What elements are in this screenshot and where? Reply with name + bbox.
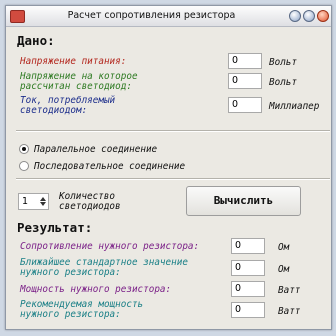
led-current-unit: Миллиапер xyxy=(269,101,320,112)
nearest-standard-output[interactable]: 0 xyxy=(231,260,265,276)
led-current-input[interactable]: 0 xyxy=(228,97,262,113)
nearest-standard-label-line2: нужного резистора: xyxy=(20,267,121,278)
supply-voltage-unit: Вольт xyxy=(269,57,297,68)
nearest-standard-unit: Ом xyxy=(278,264,290,275)
led-voltage-input[interactable]: 0 xyxy=(228,73,262,89)
led-voltage-unit: Вольт xyxy=(269,77,297,88)
separator-2 xyxy=(16,178,330,180)
supply-voltage-input[interactable]: 0 xyxy=(228,53,262,69)
series-radio[interactable] xyxy=(19,161,29,171)
minimize-icon[interactable] xyxy=(289,10,301,22)
title-bar[interactable]: Расчет сопротивления резистора xyxy=(6,6,331,27)
recommended-power-output[interactable]: 0 xyxy=(231,302,265,318)
recommended-power-unit: Ватт xyxy=(278,306,301,317)
parallel-radio[interactable] xyxy=(19,144,29,154)
led-voltage-label-line2: рассчитан светодиод: xyxy=(20,81,132,92)
separator-1 xyxy=(16,130,330,132)
power-unit: Ватт xyxy=(278,285,301,296)
close-icon[interactable] xyxy=(317,10,329,22)
supply-voltage-label: Напряжение питания: xyxy=(20,56,127,67)
stepper-up-icon[interactable] xyxy=(40,197,46,201)
resistance-label: Сопротивление нужного резистора: xyxy=(20,241,200,252)
recommended-power-label-line2: нужного резистора: xyxy=(20,309,121,320)
maximize-icon[interactable] xyxy=(303,10,315,22)
resistor-calculator-window: Расчет сопротивления резистора Дано: Нап… xyxy=(5,5,332,330)
resistance-output[interactable]: 0 xyxy=(231,238,265,254)
result-heading: Результат: xyxy=(17,220,93,235)
led-count-label-line2: светодиодов xyxy=(59,201,121,212)
led-count-stepper[interactable]: 1 xyxy=(18,193,49,210)
led-count-value: 1 xyxy=(22,196,29,207)
resistance-unit: Ом xyxy=(278,242,290,253)
power-label: Мощность нужного резистора: xyxy=(20,284,172,295)
stepper-down-icon[interactable] xyxy=(40,202,46,206)
window-title: Расчет сопротивления резистора xyxy=(67,10,236,21)
series-radio-label[interactable]: Последовательное соединение xyxy=(34,161,185,172)
led-current-label-line2: светодиодом: xyxy=(20,105,88,116)
given-heading: Дано: xyxy=(17,33,55,48)
calculate-button[interactable]: Вычислить xyxy=(186,186,301,216)
power-output[interactable]: 0 xyxy=(231,281,265,297)
app-icon xyxy=(10,10,25,23)
parallel-radio-label[interactable]: Паралельное соединение xyxy=(34,144,157,155)
